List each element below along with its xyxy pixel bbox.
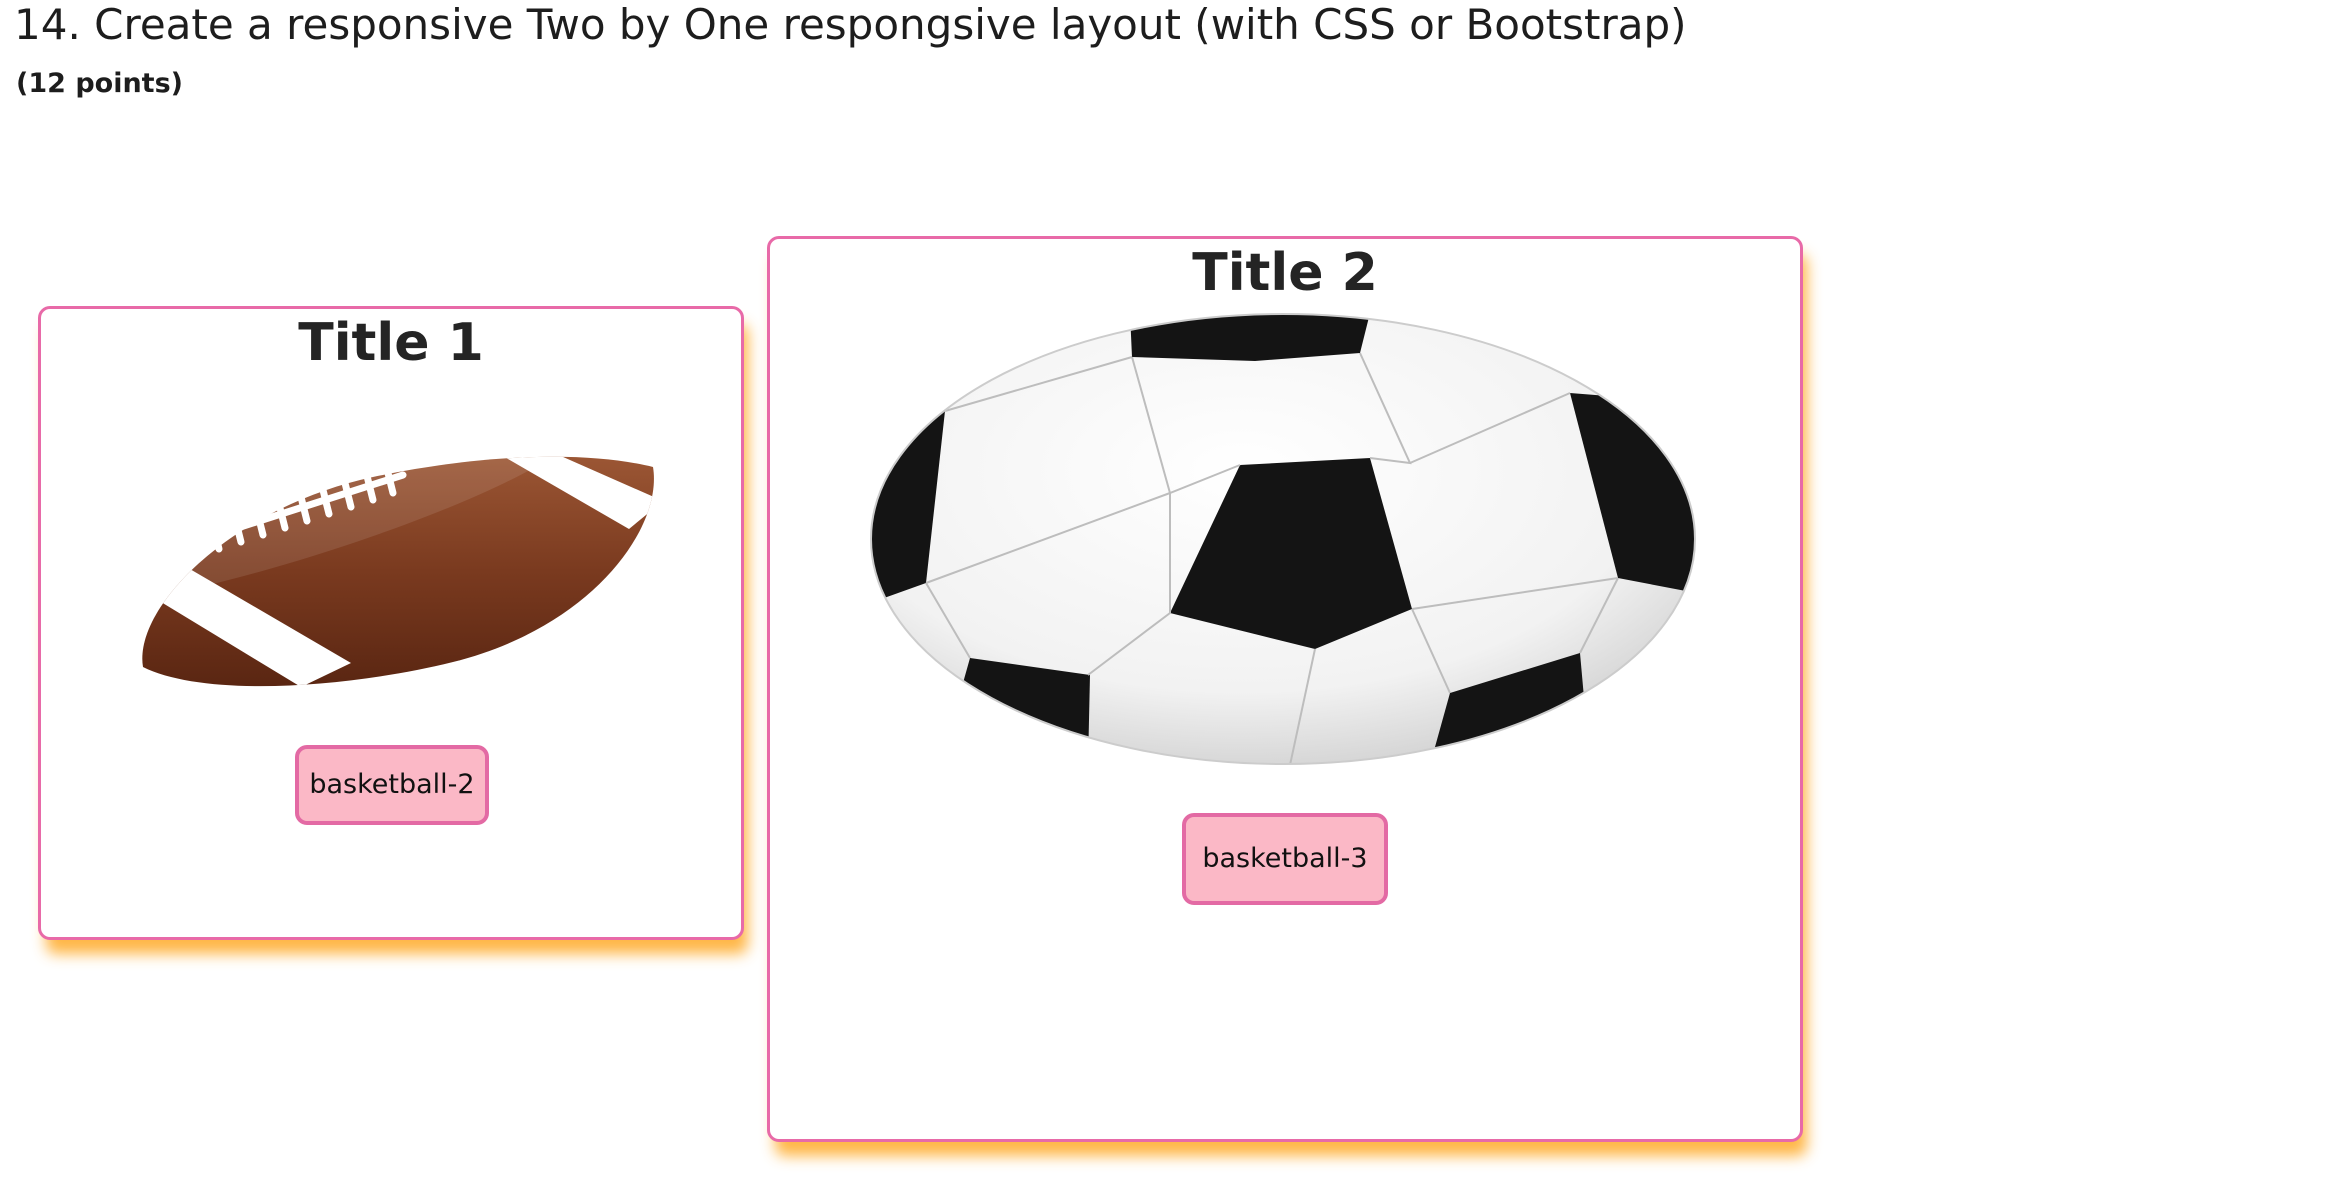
question-points: (12 points): [16, 68, 183, 99]
card-title-2: Title 2: [1192, 243, 1378, 303]
card-title-1: Title 1: [298, 313, 484, 373]
card-2: Title 2 basketball-3: [767, 236, 1803, 1142]
soccer-ball-icon: [870, 313, 1696, 765]
basketball-2-button[interactable]: basketball-2: [295, 745, 489, 825]
basketball-3-button[interactable]: basketball-3: [1182, 813, 1388, 905]
page: 14. Create a responsive Two by One respo…: [0, 0, 2346, 1196]
american-football-icon: [142, 456, 654, 687]
question-title: 14. Create a responsive Two by One respo…: [14, 0, 1687, 49]
card-1: Title 1 basketball-2: [38, 306, 744, 940]
